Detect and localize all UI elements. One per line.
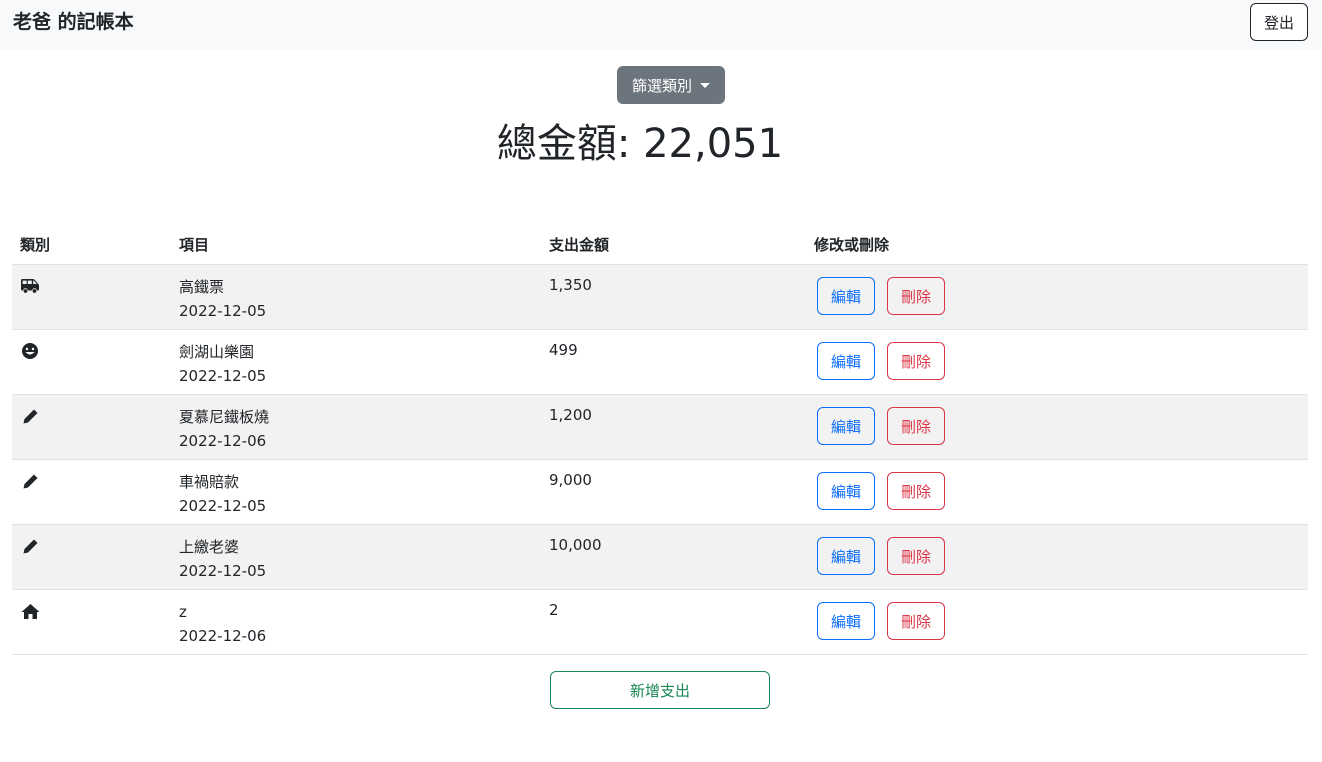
edit-button[interactable]: 編輯 (817, 407, 875, 445)
table-row: 車禍賠款 2022-12-05 9,000 編輯 刪除 (12, 460, 1308, 525)
delete-button[interactable]: 刪除 (887, 472, 945, 510)
amount-cell: 1,200 (549, 406, 592, 424)
logout-button[interactable]: 登出 (1250, 3, 1308, 41)
amount-cell: 10,000 (549, 536, 602, 554)
filter-category-dropdown[interactable]: 篩選類別 (617, 66, 725, 104)
table-row: 高鐵票 2022-12-05 1,350 編輯 刪除 (12, 265, 1308, 330)
item-cell: 上繳老婆 2022-12-05 (179, 535, 266, 583)
brand-title[interactable]: 老爸 的記帳本 (13, 10, 134, 34)
item-cell: z 2022-12-06 (179, 600, 266, 648)
amount-cell: 499 (549, 341, 578, 359)
home-icon (20, 601, 40, 621)
pen-icon (20, 406, 40, 426)
amount-cell: 9,000 (549, 471, 592, 489)
item-name: 高鐵票 (179, 278, 225, 296)
header-actions: 修改或刪除 (814, 236, 890, 254)
header-amount: 支出金額 (549, 236, 610, 254)
edit-button[interactable]: 編輯 (817, 277, 875, 315)
item-name: 劍湖山樂園 (179, 343, 255, 361)
pen-icon (20, 536, 40, 556)
caret-down-icon (700, 82, 710, 88)
item-date: 2022-12-05 (179, 302, 267, 320)
item-date: 2022-12-06 (179, 432, 267, 450)
add-expense-button[interactable]: 新增支出 (550, 671, 770, 709)
header-category: 類別 (20, 236, 51, 254)
item-cell: 車禍賠款 2022-12-05 (179, 470, 266, 518)
item-date: 2022-12-05 (179, 562, 267, 580)
item-name: 夏慕尼鐵板燒 (179, 408, 270, 426)
pen-icon (20, 471, 40, 491)
navbar: 老爸 的記帳本 登出 (0, 0, 1322, 50)
item-date: 2022-12-05 (179, 497, 267, 515)
delete-button[interactable]: 刪除 (887, 537, 945, 575)
shuttle-van-icon (20, 276, 40, 296)
amount-cell: 1,350 (549, 276, 592, 294)
item-date: 2022-12-06 (179, 627, 267, 645)
edit-button[interactable]: 編輯 (817, 602, 875, 640)
table-row: 上繳老婆 2022-12-05 10,000 編輯 刪除 (12, 525, 1308, 590)
header-item: 項目 (179, 236, 210, 254)
edit-button[interactable]: 編輯 (817, 342, 875, 380)
item-name: z (179, 603, 187, 621)
delete-button[interactable]: 刪除 (887, 602, 945, 640)
item-date: 2022-12-05 (179, 367, 267, 385)
item-cell: 高鐵票 2022-12-05 (179, 275, 266, 323)
delete-button[interactable]: 刪除 (887, 407, 945, 445)
edit-button[interactable]: 編輯 (817, 472, 875, 510)
table-row: 劍湖山樂園 2022-12-05 499 編輯 刪除 (12, 330, 1308, 395)
item-name: 上繳老婆 (179, 538, 240, 556)
item-cell: 劍湖山樂園 2022-12-05 (179, 340, 266, 388)
edit-button[interactable]: 編輯 (817, 537, 875, 575)
item-cell: 夏慕尼鐵板燒 2022-12-06 (179, 405, 269, 453)
table-row: z 2022-12-06 2 編輯 刪除 (12, 590, 1308, 655)
item-name: 車禍賠款 (179, 473, 240, 491)
amount-cell: 2 (549, 601, 559, 619)
expense-table: 類別 項目 支出金額 修改或刪除 高鐵票 2022-12-05 1,350 編輯… (12, 224, 1308, 655)
table-row: 夏慕尼鐵板燒 2022-12-06 1,200 編輯 刪除 (12, 395, 1308, 460)
delete-button[interactable]: 刪除 (887, 342, 945, 380)
delete-button[interactable]: 刪除 (887, 277, 945, 315)
total-amount: 總金額: 22,051 (496, 121, 784, 167)
filter-category-label: 篩選類別 (631, 76, 692, 95)
grin-icon (20, 341, 40, 361)
table-header: 類別 項目 支出金額 修改或刪除 (12, 224, 1308, 265)
